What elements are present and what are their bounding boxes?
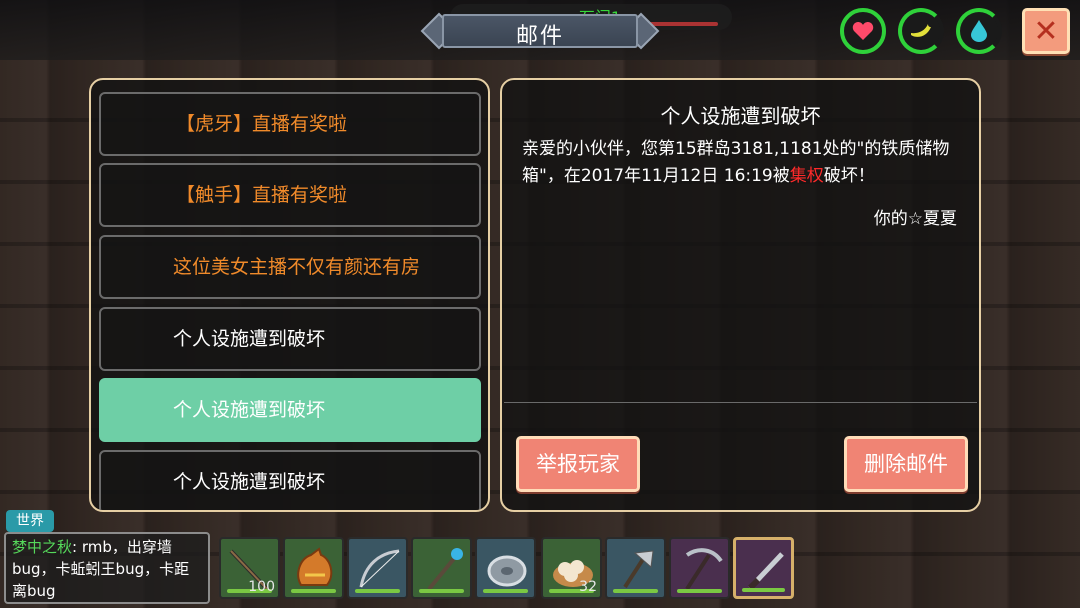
shield-icon xyxy=(487,555,527,587)
report-player-button[interactable]: 举报玩家 xyxy=(516,436,640,492)
mail-item-label: 【虎牙】直播有奖啦 xyxy=(176,113,348,135)
mail-detail-body: 亲爱的小伙伴，您第15群岛3181,1181处的"的铁质储物箱"，在2017年1… xyxy=(522,136,961,190)
durability-bar xyxy=(419,589,464,593)
attacker-name: 集权 xyxy=(789,166,824,186)
mail-list[interactable]: 【虎牙】直播有奖啦 【触手】直播有奖啦 这位美女主播不仅有颜还有房 个人设施遭到… xyxy=(99,86,481,510)
durability-bar xyxy=(291,589,336,593)
mail-item-selected[interactable]: 个人设施遭到破坏 xyxy=(99,378,481,442)
hotbar-slot-2[interactable] xyxy=(283,537,344,599)
mail-body-text: 亲爱的小伙伴，您第15群岛3181,1181处的"的铁质储物箱"，在2017年1… xyxy=(522,139,950,186)
mail-signature: 你的☆夏夏 xyxy=(873,209,957,229)
health-indicator xyxy=(840,8,886,54)
hotbar-slot-3[interactable] xyxy=(347,537,408,599)
mail-item[interactable]: 个人设施遭到破坏 xyxy=(99,307,481,371)
delete-mail-button[interactable]: 删除邮件 xyxy=(844,436,968,492)
mail-item-label: 这位美女主播不仅有颜还有房 xyxy=(173,256,421,278)
heart-icon xyxy=(852,22,874,40)
staff-icon xyxy=(427,548,463,591)
close-icon: ✕ xyxy=(1033,13,1059,49)
hunger-indicator xyxy=(898,8,944,54)
durability-bar xyxy=(742,588,785,592)
chat-channel-tab[interactable]: 世界 xyxy=(6,510,54,532)
title-banner: 邮件 xyxy=(420,12,660,50)
page-title: 邮件 xyxy=(515,24,564,49)
chat-sender: 梦中之秋 xyxy=(12,538,73,556)
mail-body-text-end: 破坏！ xyxy=(823,166,875,186)
mail-item[interactable]: 个人设施遭到破坏 xyxy=(99,450,481,510)
water-drop-icon xyxy=(971,20,987,42)
hotbar-slot-9-selected[interactable] xyxy=(733,537,794,599)
sword-icon xyxy=(747,552,784,591)
mail-item-label: 【触手】直播有奖啦 xyxy=(176,184,348,206)
close-button[interactable]: ✕ xyxy=(1022,8,1070,54)
item-count: 100 xyxy=(248,579,275,595)
mail-item[interactable]: 这位美女主播不仅有颜还有房 xyxy=(99,235,481,299)
bow-icon xyxy=(359,549,400,588)
banana-icon xyxy=(911,24,931,37)
hotbar-slot-4[interactable] xyxy=(411,537,472,599)
mail-item[interactable]: 【触手】直播有奖啦 xyxy=(99,163,481,227)
detail-divider xyxy=(504,402,977,403)
mail-item-label: 个人设施遭到破坏 xyxy=(173,399,326,421)
mail-item[interactable]: 【虎牙】直播有奖啦 xyxy=(99,92,481,156)
axe-icon xyxy=(623,550,654,589)
hotbar-slot-8[interactable] xyxy=(669,537,730,599)
mail-list-panel: 【虎牙】直播有奖啦 【触手】直播有奖啦 这位美女主播不仅有颜还有房 个人设施遭到… xyxy=(89,78,490,512)
pickaxe-icon xyxy=(685,548,723,591)
chat-box[interactable]: 梦中之秋: rmb，出穿墙bug，卡蚯蚓王bug，卡距离bug xyxy=(4,532,210,604)
mail-item-label: 个人设施遭到破坏 xyxy=(173,471,326,493)
hotbar-slot-1[interactable]: 100 xyxy=(219,537,280,599)
thirst-indicator xyxy=(956,8,1002,54)
mail-detail-panel: 个人设施遭到破坏 亲爱的小伙伴，您第15群岛3181,1181处的"的铁质储物箱… xyxy=(500,78,981,512)
item-count: 32 xyxy=(579,579,597,595)
durability-bar xyxy=(483,589,528,593)
durability-bar xyxy=(677,589,722,593)
hotbar-slot-6[interactable]: 32 xyxy=(541,537,602,599)
mail-item-label: 个人设施遭到破坏 xyxy=(173,328,326,350)
durability-bar xyxy=(613,589,658,593)
pouch-icon xyxy=(297,547,333,586)
hotbar-slot-5[interactable] xyxy=(475,537,536,599)
hotbar-slot-7[interactable] xyxy=(605,537,666,599)
durability-bar xyxy=(355,589,400,593)
mail-detail-title: 个人设施遭到破坏 xyxy=(660,104,821,128)
